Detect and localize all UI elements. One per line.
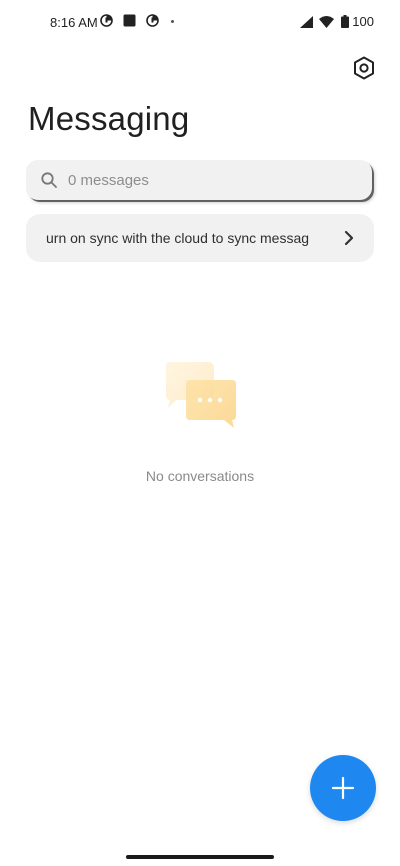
sync-banner-text: urn on sync with the cloud to sync messa…: [46, 230, 310, 246]
empty-state-text: No conversations: [145, 468, 255, 484]
notification-icon: [146, 14, 159, 27]
messaging-screen: 8:16 AM 100 Messaging 0 messages urn on …: [0, 0, 400, 866]
status-system-icons: 100: [300, 14, 374, 29]
search-input[interactable]: 0 messages: [26, 160, 372, 200]
battery-icon: [341, 15, 350, 28]
sync-banner[interactable]: urn on sync with the cloud to sync messa…: [26, 214, 374, 262]
status-bar: 8:16 AM 100: [0, 0, 400, 44]
plus-icon: [331, 776, 355, 800]
status-notification-icons: [100, 14, 174, 27]
status-time: 8:16 AM: [50, 15, 98, 30]
dot-icon: [171, 20, 174, 23]
search-placeholder: 0 messages: [68, 171, 149, 189]
page-title: Messaging: [28, 100, 190, 137]
square-icon: [123, 14, 136, 27]
battery-level: 100: [352, 14, 374, 29]
signal-icon: [300, 15, 314, 28]
settings-icon: [354, 56, 374, 80]
chat-bubbles-icon: [166, 362, 236, 428]
search-icon: [41, 172, 57, 188]
notification-icon: [100, 14, 113, 27]
settings-button[interactable]: [350, 54, 378, 82]
navigation-handle[interactable]: [126, 855, 274, 859]
chevron-right-icon: [344, 230, 354, 246]
wifi-icon: [319, 15, 335, 28]
new-conversation-button[interactable]: [310, 755, 376, 821]
